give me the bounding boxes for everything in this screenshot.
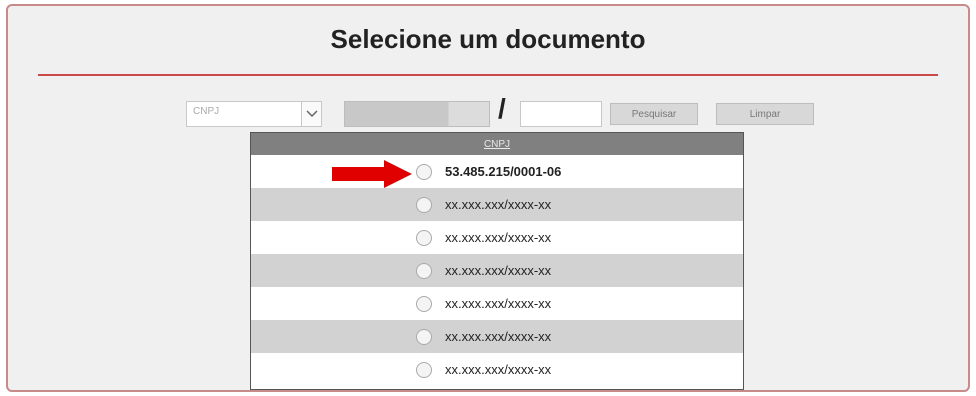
cnpj-root-input[interactable] [344, 101, 490, 127]
cnpj-branch-input[interactable] [520, 101, 602, 127]
row-radio-button[interactable] [416, 296, 432, 312]
cnpj-value: 53.485.215/0001-06 [445, 164, 562, 179]
column-header-cnpj[interactable]: CNPJ [251, 133, 743, 155]
document-type-value: CNPJ [193, 106, 220, 117]
chevron-down-icon[interactable] [301, 102, 321, 126]
row-radio-button[interactable] [416, 230, 432, 246]
title-divider [38, 74, 938, 76]
results-table: CNPJ 53.485.215/0001-06 xx.xxx.xxx/xxxx-x… [250, 132, 744, 390]
row-radio-button[interactable] [416, 263, 432, 279]
table-row[interactable]: xx.xxx.xxx/xxxx-xx [251, 188, 743, 221]
cnpj-value: xx.xxx.xxx/xxxx-xx [445, 230, 552, 245]
table-row[interactable]: xx.xxx.xxx/xxxx-xx [251, 254, 743, 287]
cnpj-value: xx.xxx.xxx/xxxx-xx [445, 362, 552, 377]
row-radio-button[interactable] [416, 164, 432, 180]
separator-slash: / [498, 93, 506, 124]
table-row[interactable]: xx.xxx.xxx/xxxx-xx [251, 221, 743, 254]
cnpj-value: xx.xxx.xxx/xxxx-xx [445, 329, 552, 344]
row-radio-button[interactable] [416, 362, 432, 378]
cnpj-value: xx.xxx.xxx/xxxx-xx [445, 197, 552, 212]
cnpj-value: xx.xxx.xxx/xxxx-xx [445, 296, 552, 311]
row-radio-button[interactable] [416, 329, 432, 345]
table-row[interactable]: 53.485.215/0001-06 [251, 155, 743, 188]
clear-button[interactable]: Limpar [716, 103, 814, 125]
cnpj-value: xx.xxx.xxx/xxxx-xx [445, 263, 552, 278]
table-row[interactable]: xx.xxx.xxx/xxxx-xx [251, 353, 743, 386]
right-arrow-icon [332, 160, 412, 188]
search-bar: CNPJ / Pesquisar Limpar [186, 93, 826, 127]
table-row[interactable]: xx.xxx.xxx/xxxx-xx [251, 320, 743, 353]
page-title: Selecione um documento [330, 24, 646, 54]
search-button[interactable]: Pesquisar [610, 103, 698, 125]
row-radio-button[interactable] [416, 197, 432, 213]
document-type-select[interactable]: CNPJ [186, 101, 322, 127]
table-row[interactable]: xx.xxx.xxx/xxxx-xx [251, 287, 743, 320]
